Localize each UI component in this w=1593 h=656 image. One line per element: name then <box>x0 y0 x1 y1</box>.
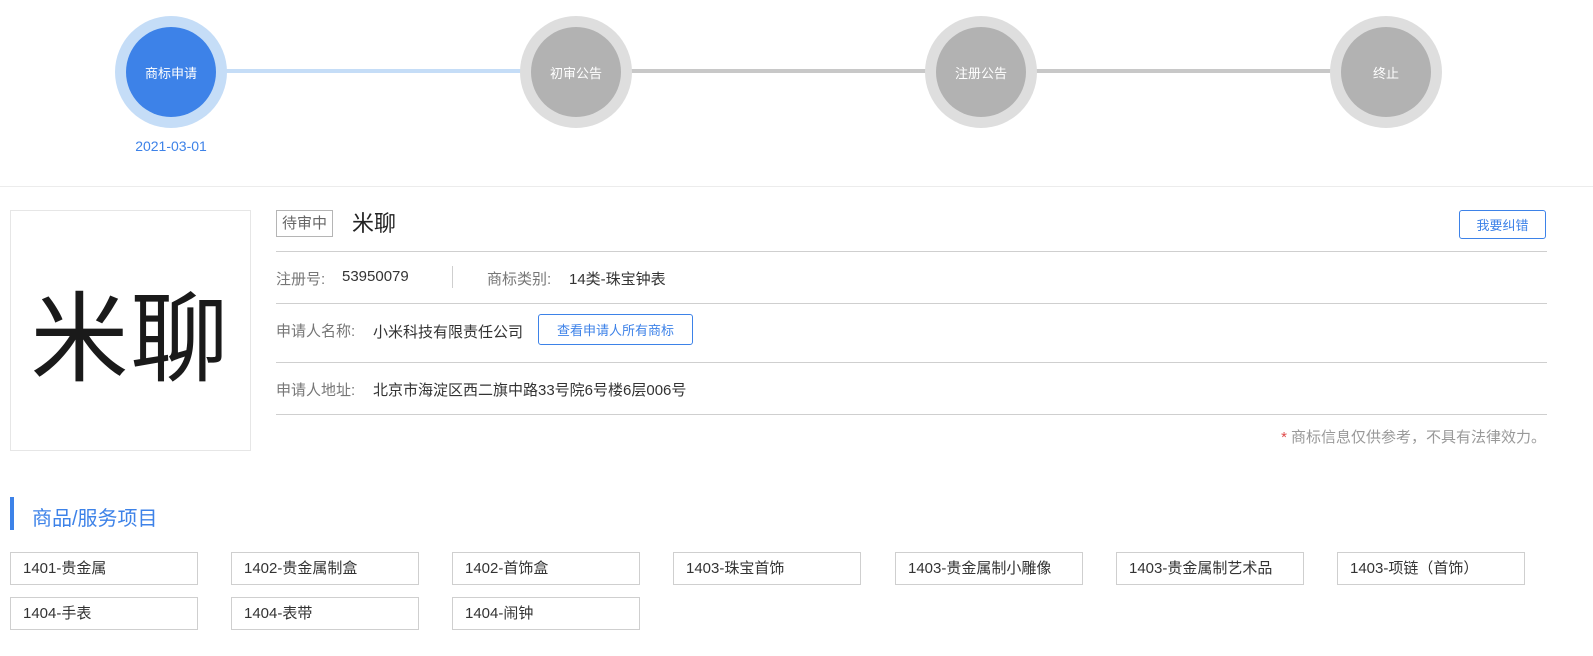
goods-item: 1403-项链（首饰） <box>1337 552 1525 585</box>
divider <box>276 251 1547 252</box>
step-date: 2021-03-01 <box>135 138 207 154</box>
step-label: 初审公告 <box>549 65 602 81</box>
step-label: 终止 <box>1372 65 1399 81</box>
disclaimer-text: 商标信息仅供参考，不具有法律效力。 <box>1290 429 1546 446</box>
step-label: 注册公告 <box>954 65 1007 81</box>
step-connector-1 <box>224 69 524 73</box>
reg-no-value: 53950079 <box>342 268 409 285</box>
step-registration-announcement: 注册公告 <box>925 16 1037 128</box>
step-connector-2 <box>628 69 928 73</box>
trademark-name: 米聊 <box>352 211 397 236</box>
goods-item: 1404-闹钟 <box>452 597 640 630</box>
section-divider <box>0 186 1593 187</box>
reg-no-label: 注册号: <box>276 271 326 288</box>
step-application: 商标申请 <box>115 16 227 128</box>
progress-stepper: 商标申请 初审公告 注册公告 终止 2021-03-01 <box>0 0 1593 186</box>
goods-item: 1403-贵金属制艺术品 <box>1116 552 1304 585</box>
category-value: 14类-珠宝钟表 <box>569 271 666 288</box>
divider <box>276 362 1547 363</box>
step-preliminary-announcement: 初审公告 <box>520 16 632 128</box>
required-star: * <box>1281 429 1287 446</box>
address-value: 北京市海淀区西二旗中路33号院6号楼6层006号 <box>373 382 687 399</box>
divider <box>276 414 1547 415</box>
goods-item: 1402-贵金属制盒 <box>231 552 419 585</box>
step-label: 商标申请 <box>144 65 197 81</box>
applicant-value: 小米科技有限责任公司 <box>373 324 524 341</box>
goods-item: 1403-贵金属制小雕像 <box>895 552 1083 585</box>
report-error-button[interactable]: 我要纠错 <box>1459 210 1546 239</box>
divider <box>276 303 1547 304</box>
address-label: 申请人地址: <box>276 382 356 399</box>
view-applicant-trademarks-button[interactable]: 查看申请人所有商标 <box>538 314 693 345</box>
category-label: 商标类别: <box>487 271 552 288</box>
step-connector-3 <box>1033 69 1333 73</box>
disclaimer: * 商标信息仅供参考，不具有法律效力。 <box>1281 426 1546 447</box>
trademark-image: 米聊 <box>10 210 251 451</box>
goods-item: 1404-手表 <box>10 597 198 630</box>
goods-item: 1404-表带 <box>231 597 419 630</box>
status-badge: 待审中 <box>276 210 334 237</box>
goods-item: 1403-珠宝首饰 <box>673 552 861 585</box>
step-terminated: 终止 <box>1330 16 1442 128</box>
field-separator <box>452 266 453 288</box>
goods-section-title: 商品/服务项目 <box>32 508 158 530</box>
goods-item: 1401-贵金属 <box>10 552 198 585</box>
applicant-label: 申请人名称: <box>276 323 356 340</box>
section-accent-bar <box>10 497 14 530</box>
goods-item: 1402-首饰盒 <box>452 552 640 585</box>
